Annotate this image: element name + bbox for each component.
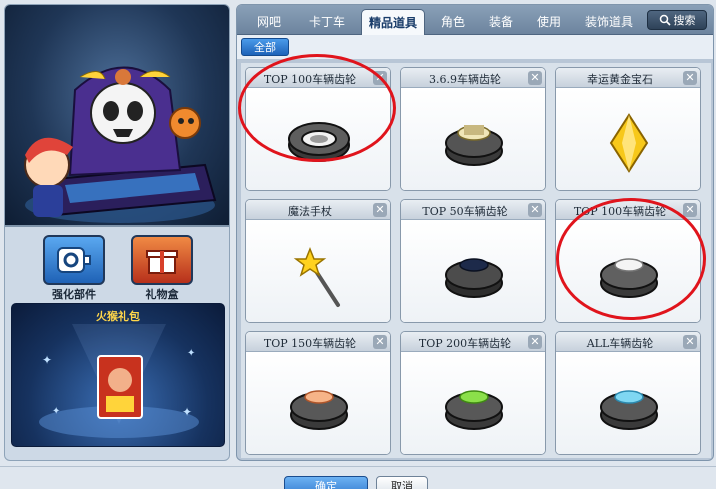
item-image: [246, 353, 390, 454]
item-card[interactable]: ALL车辆齿轮 ✕: [555, 331, 701, 455]
item-grid: TOP 100车辆齿轮 ✕ 3.6.9车辆齿轮 ✕ 幸运黄金宝石 ✕ 魔法手杖 …: [241, 63, 711, 458]
item-image: [401, 353, 545, 454]
item-card-header: TOP 150车辆齿轮 ✕: [246, 332, 390, 352]
shop-panel: 网吧 卡丁车 精品道具 角色 装备 使用 装饰道具 搜索 全部 TOP 100车…: [236, 4, 714, 461]
subtab-row: 全部: [237, 35, 713, 59]
gear-dark-icon: [445, 258, 503, 298]
item-card-header: ALL车辆齿轮 ✕: [556, 332, 700, 352]
item-image: [556, 353, 700, 454]
item-image: [556, 89, 700, 190]
item-card[interactable]: 幸运黄金宝石 ✕: [555, 67, 701, 191]
item-title: TOP 200车辆齿轮: [418, 337, 512, 350]
item-image: [401, 89, 545, 190]
close-icon[interactable]: ✕: [373, 203, 387, 217]
tab-equipment[interactable]: 装备: [481, 9, 521, 35]
item-title: 幸运黄金宝石: [587, 73, 653, 86]
item-card-header: TOP 100车辆齿轮 ✕: [556, 200, 700, 220]
svg-text:✦: ✦: [42, 353, 52, 367]
gear-black-icon: [288, 122, 350, 162]
tab-netcafe[interactable]: 网吧: [247, 9, 291, 35]
tab-decor-items[interactable]: 装饰道具: [577, 9, 641, 35]
search-label: 搜索: [673, 14, 696, 27]
tab-character[interactable]: 角色: [433, 9, 473, 35]
tab-premium-items[interactable]: 精品道具: [361, 9, 425, 35]
item-card-header: TOP 50车辆齿轮 ✕: [401, 200, 545, 220]
item-title: TOP 50车辆齿轮: [422, 205, 508, 218]
item-card[interactable]: 魔法手杖 ✕: [245, 199, 391, 323]
close-icon[interactable]: ✕: [683, 203, 697, 217]
wrench-parts-icon: [57, 247, 91, 273]
item-card-header: 幸运黄金宝石 ✕: [556, 68, 700, 88]
character-preview: [5, 5, 229, 227]
gear-green-icon: [445, 390, 503, 430]
item-card[interactable]: 3.6.9车辆齿轮 ✕: [400, 67, 546, 191]
magic-wand-icon: [293, 246, 340, 307]
item-card[interactable]: TOP 100车辆齿轮 ✕: [245, 67, 391, 191]
item-image: [246, 221, 390, 322]
svg-text:✦: ✦: [52, 406, 60, 417]
cancel-button[interactable]: 取消: [376, 476, 428, 489]
dialog-footer: 确定 取消: [0, 466, 716, 489]
gear-blue-icon: [600, 390, 658, 430]
tab-use[interactable]: 使用: [529, 9, 569, 35]
item-title: 魔法手杖: [288, 205, 332, 218]
gift-pack-panel[interactable]: 火猴礼包 ✦ ✦ ✦ ✦: [11, 303, 225, 447]
gear-silver-icon: [600, 258, 658, 298]
item-title: TOP 150车辆齿轮: [263, 337, 357, 350]
close-icon[interactable]: ✕: [528, 203, 542, 217]
close-icon[interactable]: ✕: [373, 335, 387, 349]
item-title: TOP 100车辆齿轮: [263, 73, 357, 86]
close-icon[interactable]: ✕: [373, 71, 387, 85]
item-title: 3.6.9车辆齿轮: [429, 73, 501, 86]
gear-369-icon: [445, 125, 503, 166]
close-icon[interactable]: ✕: [683, 335, 697, 349]
item-card-header: TOP 100车辆齿轮 ✕: [246, 68, 390, 88]
close-icon[interactable]: ✕: [528, 335, 542, 349]
item-image: [246, 89, 390, 190]
category-tabbar: 网吧 卡丁车 精品道具 角色 装备 使用 装饰道具 搜索: [237, 5, 713, 35]
confirm-button[interactable]: 确定: [284, 476, 368, 489]
item-title: TOP 100车辆齿轮: [573, 205, 667, 218]
character-panel: 强化部件 礼物盒 火猴礼包 ✦ ✦ ✦ ✦: [4, 4, 230, 461]
close-icon[interactable]: ✕: [528, 71, 542, 85]
subtab-all[interactable]: 全部: [241, 38, 289, 56]
search-button[interactable]: 搜索: [647, 10, 707, 30]
item-image: [556, 221, 700, 322]
item-card-header: TOP 200车辆齿轮 ✕: [401, 332, 545, 352]
item-card[interactable]: TOP 100车辆齿轮 ✕: [555, 199, 701, 323]
item-title: ALL车辆齿轮: [586, 337, 654, 350]
svg-text:✦: ✦: [187, 348, 195, 359]
gift-box-label: 礼物盒: [145, 288, 179, 301]
item-card[interactable]: TOP 50车辆齿轮 ✕: [400, 199, 546, 323]
character-kart-illustration: [24, 66, 217, 223]
item-card-header: 3.6.9车辆齿轮 ✕: [401, 68, 545, 88]
item-image: [401, 221, 545, 322]
close-icon[interactable]: ✕: [683, 71, 697, 85]
search-icon: [659, 14, 671, 26]
tab-kart[interactable]: 卡丁车: [299, 9, 355, 35]
item-card-header: 魔法手杖 ✕: [246, 200, 390, 220]
enhance-parts-button[interactable]: [43, 235, 105, 285]
gift-pack-artwork: ✦ ✦ ✦ ✦: [39, 324, 199, 438]
item-card[interactable]: TOP 150车辆齿轮 ✕: [245, 331, 391, 455]
item-card[interactable]: TOP 200车辆齿轮 ✕: [400, 331, 546, 455]
gear-orange-icon: [290, 390, 348, 430]
gift-box-icon: [146, 250, 178, 274]
gold-gem-icon: [609, 113, 649, 173]
svg-text:✦: ✦: [182, 405, 192, 419]
gift-box-button[interactable]: [131, 235, 193, 285]
enhance-parts-label: 强化部件: [52, 288, 96, 301]
